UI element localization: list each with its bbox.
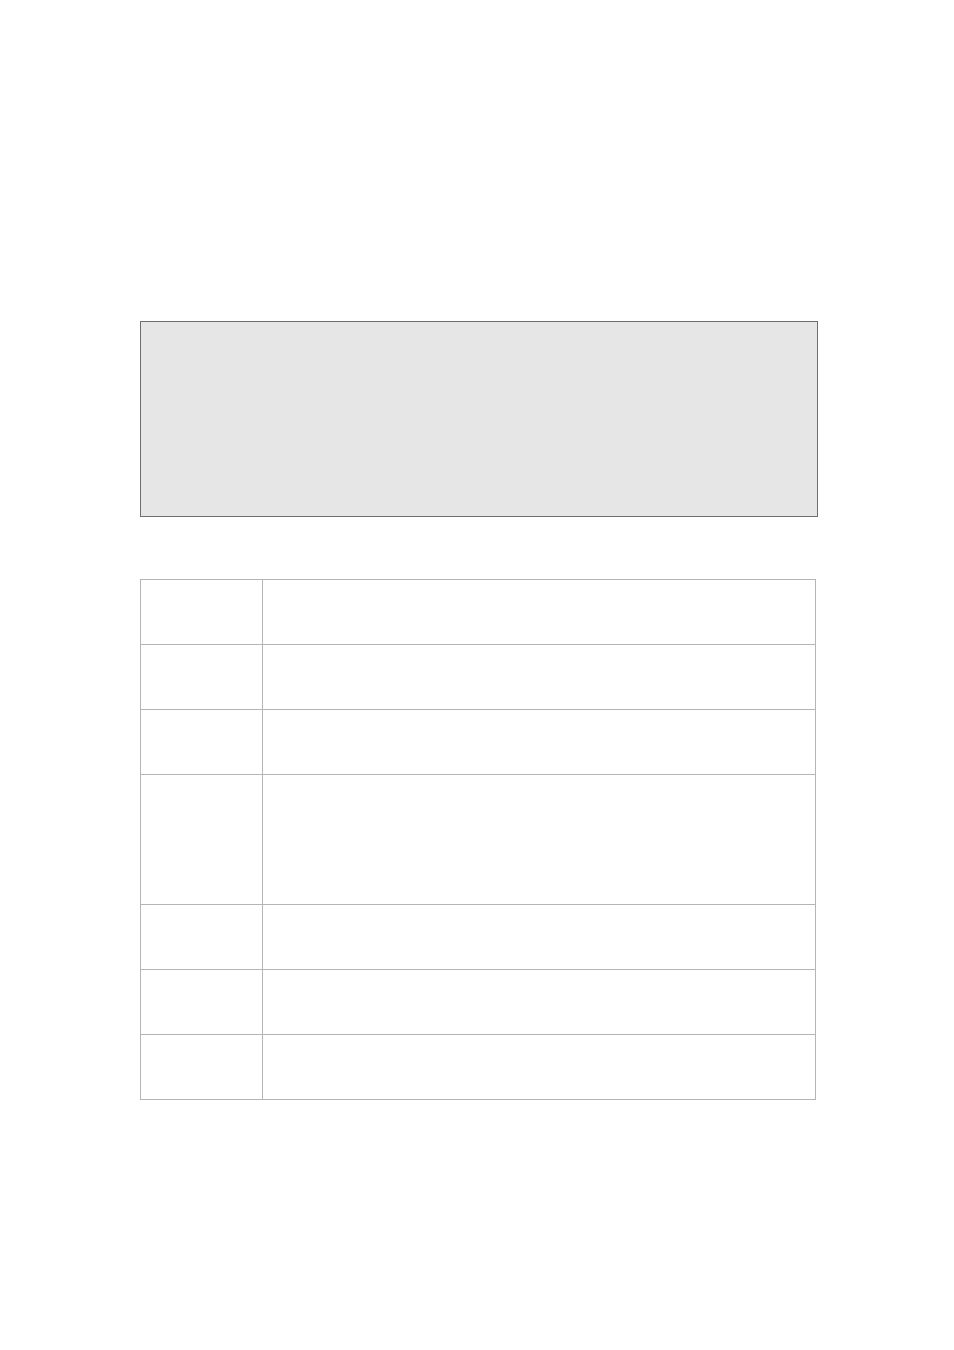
param-value-cell: [262, 970, 815, 1035]
table-row: [141, 645, 816, 710]
table-row: [141, 580, 816, 645]
param-value-cell: [262, 580, 815, 645]
param-name-cell: [141, 1035, 263, 1100]
param-value-cell: [262, 775, 815, 905]
param-name-cell: [141, 580, 263, 645]
param-name-cell: [141, 970, 263, 1035]
param-name-cell: [141, 710, 263, 775]
page: [0, 0, 954, 1350]
table-row: [141, 775, 816, 905]
param-name-cell: [141, 645, 263, 710]
table-row: [141, 710, 816, 775]
table-row: [141, 1035, 816, 1100]
param-name-cell: [141, 905, 263, 970]
table-row: [141, 905, 816, 970]
params-table: [140, 579, 816, 1100]
param-name-cell: [141, 775, 263, 905]
param-value-cell: [262, 645, 815, 710]
table-row: [141, 970, 816, 1035]
param-value-cell: [262, 710, 815, 775]
param-value-cell: [262, 905, 815, 970]
doc-banner: [140, 321, 818, 517]
param-value-cell: [262, 1035, 815, 1100]
